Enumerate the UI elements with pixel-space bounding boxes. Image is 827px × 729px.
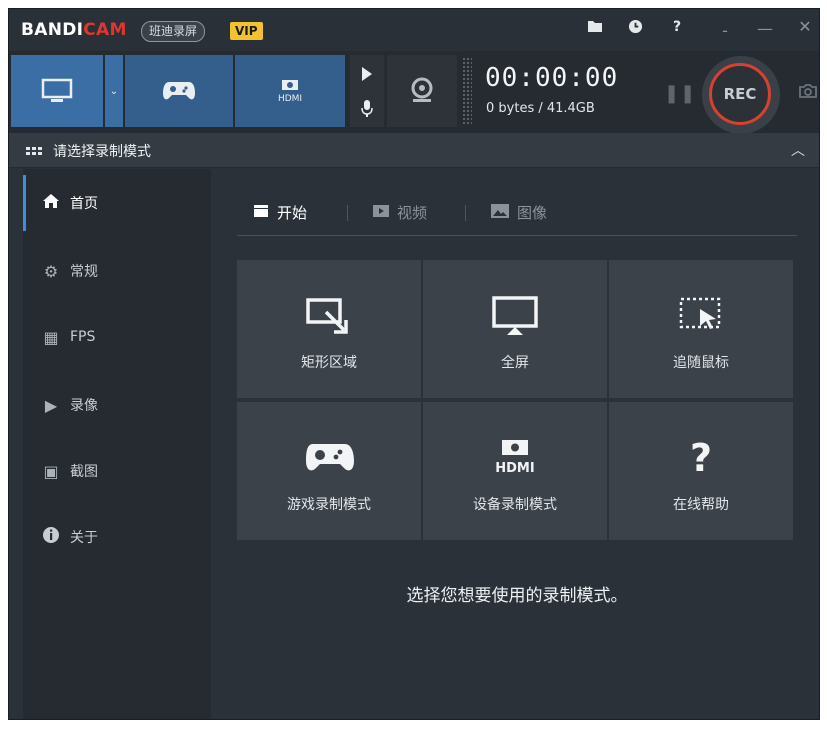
folder-icon[interactable] xyxy=(585,19,605,37)
svg-text:HDMI: HDMI xyxy=(495,461,534,476)
sidebar-item-label: 首页 xyxy=(70,196,98,212)
hdmi-icon: HDMI xyxy=(278,80,302,104)
vip-badge[interactable]: VIP xyxy=(230,22,263,40)
gamepad-icon xyxy=(163,82,195,100)
sidebar-item-general[interactable]: ⚙ 常规 xyxy=(23,243,211,299)
bandicam-window: BANDICAM 班迪录屏 VIP ? - — ✕ ⌄ HDMI 00:00:0… xyxy=(8,8,820,720)
sidebar-item-image[interactable]: ▣ 截图 xyxy=(23,443,211,499)
fps-icon: ▦ xyxy=(43,327,59,347)
monitor-icon xyxy=(41,78,73,102)
tab-video[interactable]: 视频 xyxy=(373,202,427,223)
tab-start-label: 开始 xyxy=(277,204,308,222)
restore-icon[interactable]: — xyxy=(754,19,776,38)
video-icon xyxy=(373,204,389,222)
image-settings-icon: ▣ xyxy=(43,461,59,481)
mode-tile-grid: 矩形区域 全屏 追随鼠标 游戏录制模式 HDMI 设备录制模式 ? 在线帮助 xyxy=(237,260,793,540)
tab-divider xyxy=(347,205,348,221)
grid-menu-icon[interactable] xyxy=(26,144,42,163)
sidebar-item-label: 截图 xyxy=(70,464,98,480)
tab-image[interactable]: 图像 xyxy=(491,202,547,223)
sidebar-item-fps[interactable]: ▦ FPS xyxy=(23,309,211,365)
recording-timer: 00:00:00 xyxy=(485,63,619,93)
gamepad-icon xyxy=(303,436,355,480)
gear-icon: ⚙ xyxy=(43,261,59,281)
sidebar-item-about[interactable]: 关于 xyxy=(23,509,211,565)
screenshot-camera-icon[interactable] xyxy=(798,83,818,103)
fullscreen-icon xyxy=(490,294,540,338)
image-icon xyxy=(491,203,509,222)
mode-select-header: 请选择录制模式 ︿ xyxy=(9,133,819,168)
rectangle-area-icon xyxy=(304,294,354,338)
help-icon[interactable]: ? xyxy=(667,19,687,35)
clapper-icon xyxy=(253,204,269,222)
app-cn-name: 班迪录屏 xyxy=(141,21,206,42)
app-logo: BANDICAM xyxy=(21,20,127,40)
tab-image-label: 图像 xyxy=(517,204,548,222)
sidebar-item-home[interactable]: 首页 xyxy=(23,175,211,231)
screen-mode-button[interactable] xyxy=(11,55,103,127)
tile-label: 在线帮助 xyxy=(673,497,729,513)
video-settings-icon: ▶ xyxy=(44,395,58,415)
screen-mode-dropdown[interactable]: ⌄ xyxy=(105,55,123,127)
rec-button[interactable]: REC xyxy=(709,63,771,125)
device-mode-tile[interactable]: HDMI 设备录制模式 xyxy=(423,402,607,540)
section-title: 请选择录制模式 xyxy=(53,144,151,160)
device-mode-button[interactable]: HDMI xyxy=(235,55,345,127)
collapse-icon[interactable]: ︿ xyxy=(791,140,805,160)
file-size-readout: 0 bytes / 41.4GB xyxy=(486,101,595,116)
microphone-icon[interactable] xyxy=(359,99,375,123)
main-tabs: 开始 视频 图像 xyxy=(237,199,797,236)
follow-mouse-tile[interactable]: 追随鼠标 xyxy=(609,260,793,398)
tab-divider xyxy=(465,205,466,221)
tile-label: 追随鼠标 xyxy=(673,355,729,371)
sidebar: 首页 ⚙ 常规 ▦ FPS ▶ 录像 ▣ 截图 关于 xyxy=(23,169,211,719)
chevron-down-icon: ⌄ xyxy=(109,85,119,97)
game-mode-tile[interactable]: 游戏录制模式 xyxy=(237,402,421,540)
clock-icon[interactable] xyxy=(625,19,645,38)
close-icon[interactable]: ✕ xyxy=(794,17,816,36)
tile-label: 设备录制模式 xyxy=(473,497,557,513)
webcam-icon xyxy=(411,77,433,102)
rectangle-area-tile[interactable]: 矩形区域 xyxy=(237,260,421,398)
divider-dots xyxy=(462,57,472,125)
tab-video-label: 视频 xyxy=(397,204,428,222)
audio-controls xyxy=(350,55,384,127)
tile-label: 全屏 xyxy=(501,355,529,371)
sidebar-item-label: 关于 xyxy=(70,530,98,546)
webcam-button[interactable] xyxy=(387,55,457,127)
game-mode-button[interactable] xyxy=(125,55,233,127)
minimize-icon[interactable]: - xyxy=(714,21,736,40)
home-icon xyxy=(40,193,62,213)
sidebar-item-label: 录像 xyxy=(70,398,98,414)
online-help-tile[interactable]: ? 在线帮助 xyxy=(609,402,793,540)
sidebar-item-video[interactable]: ▶ 录像 xyxy=(23,377,211,433)
mode-toolbar: ⌄ HDMI 00:00:00 0 bytes / 41.4GB ❚❚ REC xyxy=(9,51,819,134)
instruction-text: 选择您想要使用的录制模式。 xyxy=(406,586,628,606)
speaker-icon[interactable] xyxy=(359,65,375,87)
tile-label: 游戏录制模式 xyxy=(287,497,371,513)
svg-text:HDMI: HDMI xyxy=(278,94,302,104)
info-icon xyxy=(40,526,62,548)
sidebar-item-label: FPS xyxy=(70,329,96,345)
sidebar-item-label: 常规 xyxy=(70,264,98,280)
follow-mouse-icon xyxy=(676,294,726,338)
hdmi-device-icon: HDMI xyxy=(488,436,542,480)
help-icon: ? xyxy=(689,436,713,480)
fullscreen-tile[interactable]: 全屏 xyxy=(423,260,607,398)
tab-start[interactable]: 开始 xyxy=(253,202,307,223)
pause-button[interactable]: ❚❚ xyxy=(664,83,696,104)
tile-label: 矩形区域 xyxy=(301,355,357,371)
title-bar: BANDICAM 班迪录屏 VIP ? - — ✕ xyxy=(9,9,819,51)
